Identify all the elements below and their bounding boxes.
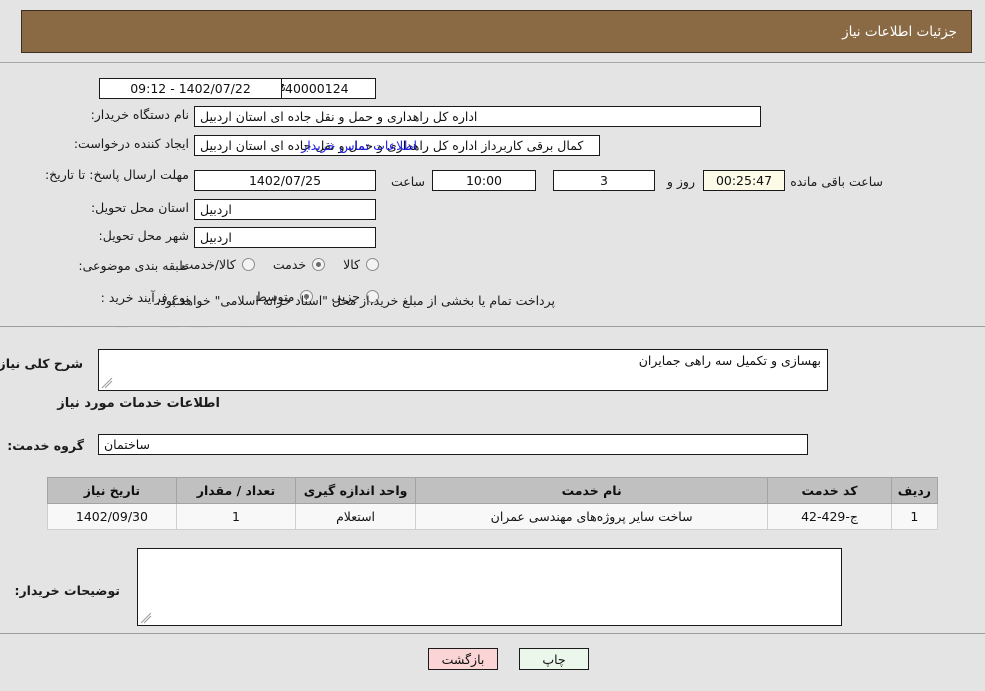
top-info-panel	[0, 62, 985, 327]
announce-datetime-field[interactable]: 1402/07/22 - 09:12	[99, 78, 282, 99]
days-unit-label: روز و	[666, 174, 695, 189]
creator-label: ایجاد کننده درخواست:	[73, 136, 189, 151]
countdown-unit-label: ساعت باقی مانده	[790, 174, 883, 189]
deadline-hour-field[interactable]: 10:00	[432, 170, 536, 191]
hour-label: ساعت	[390, 174, 425, 189]
category-option-khedmat-label: خدمت	[272, 257, 307, 272]
resize-grip-icon-notes	[140, 612, 152, 624]
th-name: نام خدمت	[414, 477, 769, 504]
service-group-field[interactable]: ساختمان	[98, 434, 808, 455]
buyer-org-label: نام دستگاه خریدار:	[90, 107, 189, 122]
category-radio-group: کالا خدمت کالا/خدمت	[163, 257, 379, 272]
city-label-wrap: شهر محل تحویل:	[99, 228, 189, 243]
th-date: تاریخ نیاز	[47, 477, 177, 504]
deadline-label: مهلت ارسال پاسخ: تا تاریخ:	[44, 167, 189, 182]
table-header-row: ردیف کد خدمت نام خدمت واحد اندازه گیری ت…	[47, 477, 939, 504]
deadline-label-wrap: مهلت ارسال پاسخ: تا تاریخ:	[45, 164, 189, 183]
buyer-org-label-wrap: نام دستگاه خریدار:	[91, 107, 189, 122]
city-label: شهر محل تحویل:	[98, 228, 189, 243]
back-button[interactable]: بازگشت	[428, 648, 498, 670]
services-section-heading: اطلاعات خدمات مورد نیاز	[57, 396, 220, 411]
radio-khedmat-icon[interactable]	[312, 258, 326, 271]
category-option-kala-label: کالا	[343, 257, 360, 272]
deadline-date-field[interactable]: 1402/07/25	[194, 170, 376, 191]
city-field[interactable]: اردبیل	[194, 227, 376, 248]
page-header: جزئیات اطلاعات نیاز	[21, 10, 972, 53]
province-label-wrap: استان محل تحویل:	[91, 200, 189, 215]
payment-note: پرداخت تمام یا بخشی از مبلغ خرید،از محل …	[156, 293, 555, 308]
service-group-label: گروه خدمت:	[7, 438, 84, 453]
buyer-contact-link[interactable]: اطلاعات تماس خریدار	[301, 138, 417, 153]
services-table: ردیف کد خدمت نام خدمت واحد اندازه گیری ت…	[47, 477, 939, 530]
page-title: جزئیات اطلاعات نیاز	[842, 23, 957, 40]
remaining-days-field[interactable]: 3	[553, 170, 655, 191]
description-textarea[interactable]: بهسازی و تکمیل سه راهی جمایران	[98, 349, 828, 391]
description-value: بهسازی و تکمیل سه راهی جمایران	[638, 353, 821, 368]
creator-label-wrap: ایجاد کننده درخواست:	[74, 136, 189, 151]
table-row[interactable]: 1 ج-429-42 ساخت سایر پروژه‌های مهندسی عم…	[47, 503, 939, 530]
buyer-org-field[interactable]: اداره کل راهداری و حمل و نقل جاده ای است…	[194, 106, 761, 127]
buyer-notes-label: توضیحات خریدار:	[14, 583, 120, 598]
th-unit: واحد اندازه گیری	[295, 477, 416, 504]
cell-date: 1402/09/30	[47, 503, 177, 530]
resize-grip-icon	[101, 377, 113, 389]
th-code: کد خدمت	[767, 477, 892, 504]
page-root: AnaTender.net جزئیات اطلاعات نیاز شماره …	[0, 0, 985, 691]
th-index: ردیف	[890, 477, 939, 504]
cell-quantity: 1	[175, 503, 297, 530]
category-option-khedmat[interactable]: خدمت	[272, 257, 326, 272]
category-option-kala[interactable]: کالا	[343, 257, 379, 272]
province-field[interactable]: اردبیل	[194, 199, 376, 220]
cell-unit: استعلام	[295, 503, 416, 530]
countdown-field: 00:25:47	[703, 170, 785, 191]
radio-kala-khedmat-icon[interactable]	[241, 258, 255, 271]
radio-kala-icon[interactable]	[366, 258, 379, 271]
print-button[interactable]: چاپ	[519, 648, 589, 670]
buyer-notes-textarea[interactable]	[137, 548, 842, 626]
province-label: استان محل تحویل:	[90, 200, 189, 215]
category-option-kala-khedmat-label: کالا/خدمت	[181, 257, 236, 272]
cell-code: ج-429-42	[767, 503, 892, 530]
th-quantity: تعداد / مقدار	[175, 477, 297, 504]
description-label: شرح کلی نیاز:	[0, 356, 83, 371]
category-option-kala-khedmat[interactable]: کالا/خدمت	[181, 257, 255, 272]
cell-index: 1	[890, 503, 939, 530]
cell-name: ساخت سایر پروژه‌های مهندسی عمران	[414, 503, 769, 530]
